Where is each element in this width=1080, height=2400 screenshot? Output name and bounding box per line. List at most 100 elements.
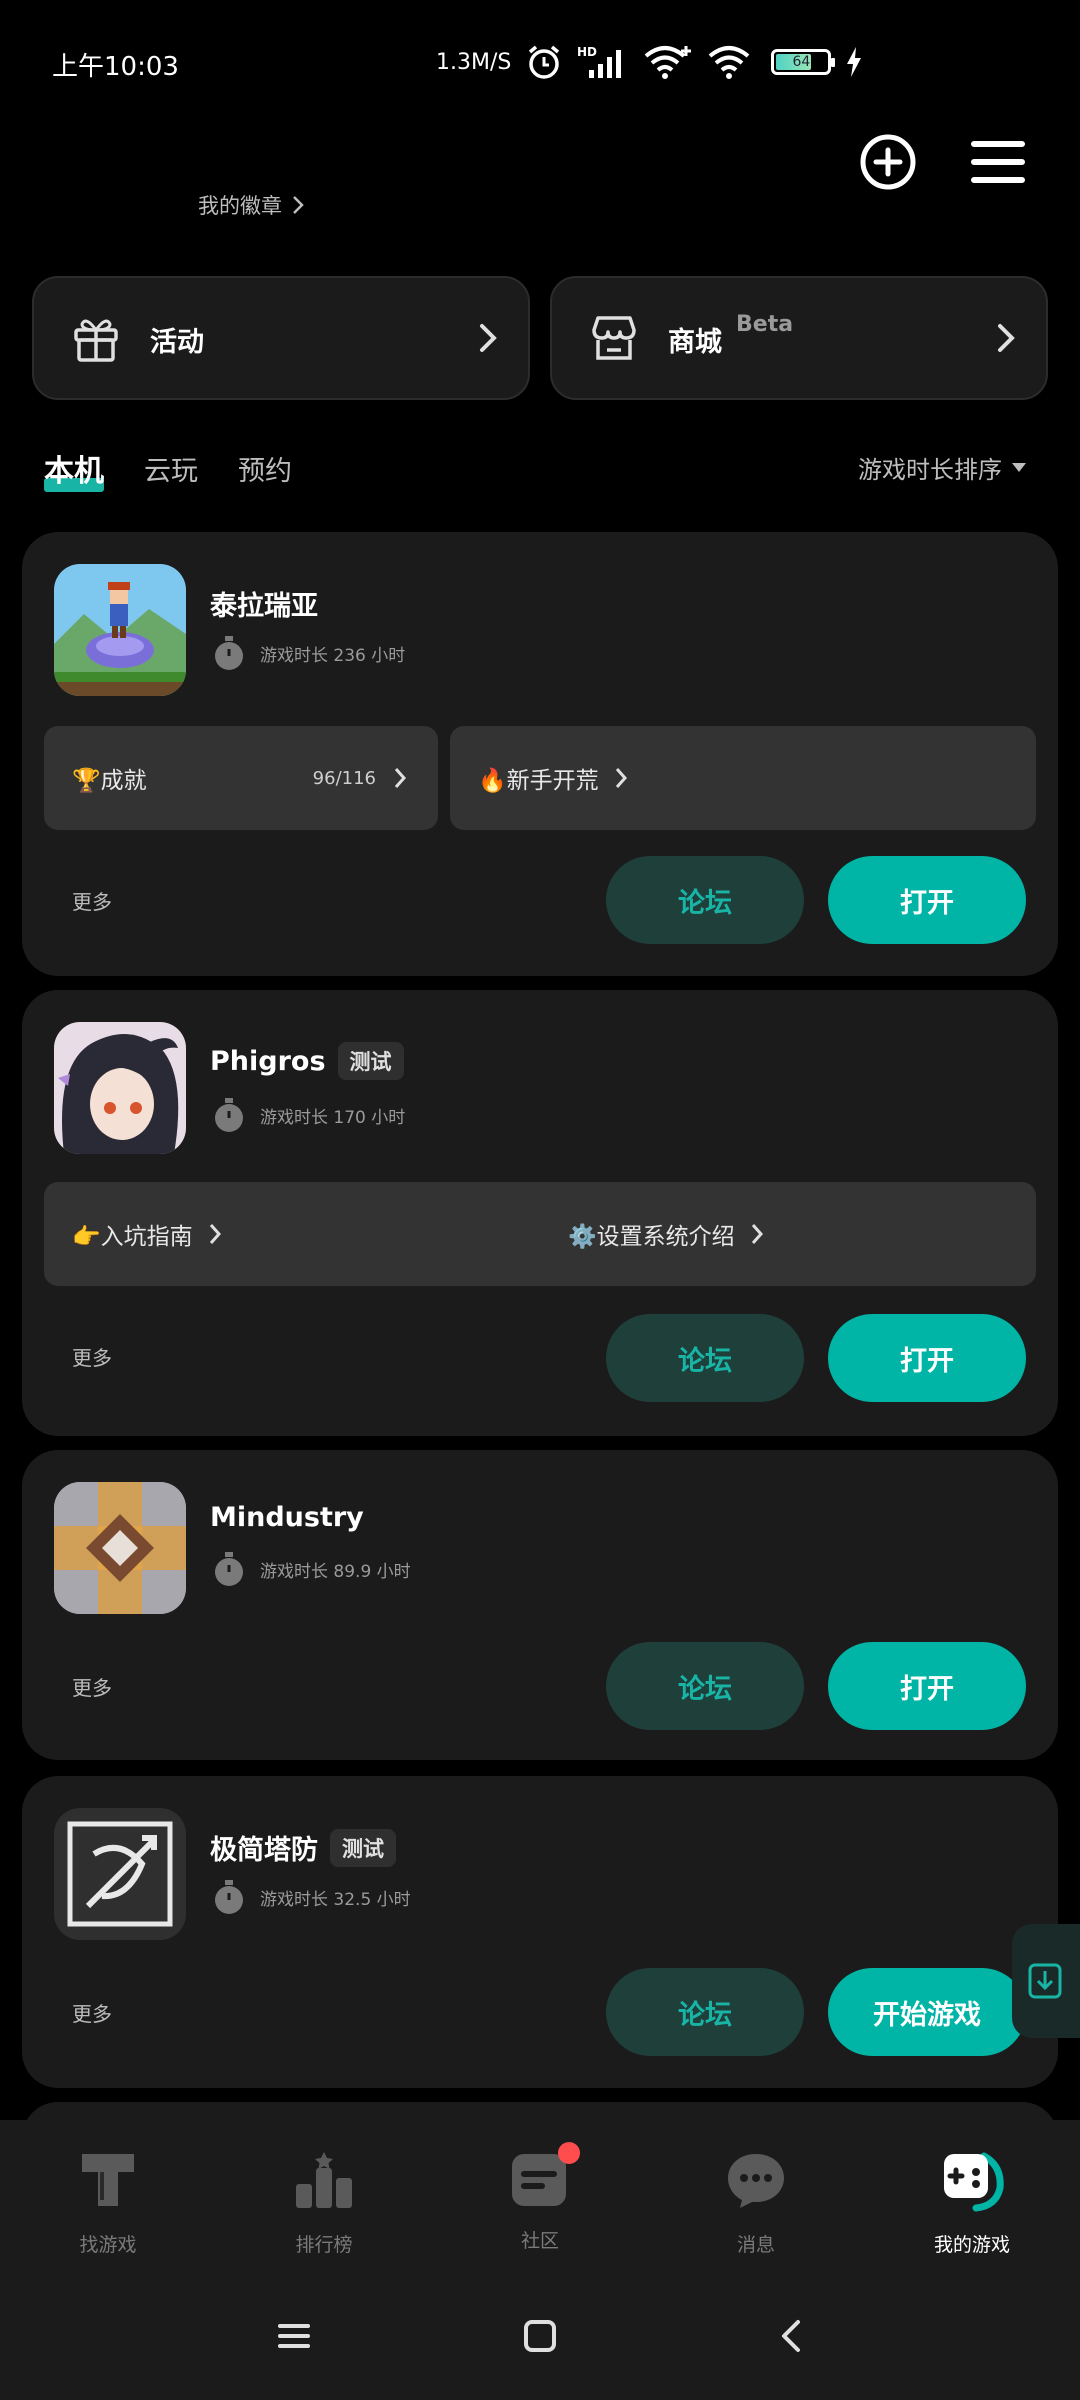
chevron-right-icon (480, 324, 497, 352)
forum-button[interactable]: 论坛 (606, 856, 804, 944)
stopwatch-icon (215, 636, 243, 670)
chevron-right-icon (615, 768, 627, 788)
more-link[interactable]: 更多 (72, 886, 112, 915)
message-icon (728, 2154, 784, 2208)
events-label: 活动 (150, 327, 204, 358)
nav-label: 找游戏 (79, 2234, 137, 2256)
play-time: 游戏时长 236 小时 (212, 634, 405, 672)
nav-my-games[interactable]: 我的游戏 (864, 2148, 1080, 2257)
play-time: 游戏时长 170 小时 (212, 1096, 405, 1134)
newbie-guide-label: 🔥新手开荒 (478, 768, 599, 794)
play-time-text: 游戏时长 89.9 小时 (260, 1561, 411, 1582)
game-title: 泰拉瑞亚 (210, 584, 318, 623)
home-icon[interactable] (520, 2318, 560, 2354)
store-icon (592, 316, 636, 360)
game-card: Mindustry 游戏时长 89.9 小时 更多 论坛 打开 (22, 1450, 1058, 1760)
more-link[interactable]: 更多 (72, 1672, 112, 1701)
guide-label: 👉入坑指南 (72, 1224, 193, 1250)
find-game-icon (82, 2154, 134, 2206)
stopwatch-icon (215, 1552, 243, 1586)
bottom-nav: 找游戏 排行榜 社区 消息 我的游戏 (0, 2120, 1080, 2400)
unread-dot (558, 2142, 580, 2164)
nav-messages[interactable]: 消息 (648, 2148, 864, 2257)
store-label: 商城 (668, 327, 722, 358)
start-game-button[interactable]: 开始游戏 (828, 1968, 1026, 2056)
game-name: Mindustry (210, 1502, 364, 1533)
guide-link[interactable]: 👉入坑指南 (44, 1182, 540, 1286)
download-float-button[interactable] (1012, 1924, 1080, 2038)
chevron-right-icon (209, 1224, 221, 1244)
tab-cloud[interactable]: 云玩 (144, 449, 198, 488)
source-tabs: 本机 云玩 预约 (44, 446, 292, 492)
sort-dropdown[interactable]: 游戏时长排序 (858, 450, 1026, 485)
game-title: Mindustry (210, 1502, 364, 1533)
nav-label: 我的游戏 (933, 2234, 1010, 2256)
wifi-icon (645, 46, 692, 79)
newbie-guide-link[interactable]: 🔥新手开荒 (450, 726, 1036, 830)
my-games-icon (944, 2152, 1004, 2212)
nav-label: 排行榜 (295, 2234, 353, 2256)
battery-icon: 64 (771, 49, 836, 75)
chevron-right-icon (293, 196, 304, 214)
more-link[interactable]: 更多 (72, 1998, 112, 2027)
game-name: 泰拉瑞亚 (210, 591, 318, 622)
open-button[interactable]: 打开 (828, 1642, 1026, 1730)
nav-label: 消息 (736, 2234, 775, 2256)
forum-button[interactable]: 论坛 (606, 1314, 804, 1402)
play-time-text: 游戏时长 32.5 小时 (260, 1889, 411, 1910)
system-nav-bar (0, 2300, 1080, 2370)
tab-reserve[interactable]: 预约 (238, 449, 292, 488)
game-title: Phigros 测试 (210, 1042, 404, 1080)
back-icon[interactable] (772, 2318, 812, 2354)
game-icon-mindustry[interactable] (54, 1482, 186, 1614)
download-icon (1028, 1963, 1062, 1999)
store-card[interactable]: 商城 Beta (550, 276, 1048, 400)
add-circle-icon[interactable] (858, 132, 918, 192)
battery-level: 64 (792, 54, 811, 70)
chevron-right-icon (998, 324, 1015, 352)
achievement-link[interactable]: 🏆成就 96/116 (44, 726, 438, 830)
game-icon-phigros[interactable] (54, 1022, 186, 1154)
forum-button[interactable]: 论坛 (606, 1642, 804, 1730)
nav-ranking[interactable]: 排行榜 (216, 2148, 432, 2257)
chevron-right-icon (394, 768, 406, 788)
forum-button[interactable]: 论坛 (606, 1968, 804, 2056)
open-button[interactable]: 打开 (828, 1314, 1026, 1402)
community-icon (508, 2142, 580, 2212)
my-badges-label: 我的徽章 (198, 194, 282, 218)
nav-community[interactable]: 社区 (432, 2142, 648, 2253)
achievement-label: 🏆成就 (72, 768, 147, 794)
more-link[interactable]: 更多 (72, 1342, 112, 1371)
status-bar: 上午10:03 1.3M/S HD 64 (0, 0, 1080, 120)
beta-tag: Beta (736, 312, 794, 337)
net-speed: 1.3M/S (436, 49, 512, 75)
wifi-secondary-icon (709, 46, 750, 79)
charging-icon (847, 47, 862, 77)
open-button[interactable]: 打开 (828, 856, 1026, 944)
game-card: Phigros 测试 游戏时长 170 小时 👉入坑指南 ⚙️设置系统介绍 更多… (22, 990, 1058, 1436)
game-icon-terraria[interactable] (54, 564, 186, 696)
caret-down-icon (1012, 463, 1026, 472)
chevron-right-icon (751, 1224, 763, 1244)
menu-icon[interactable] (970, 136, 1026, 188)
ranking-icon (296, 2152, 352, 2208)
game-name: 极简塔防 (210, 1835, 318, 1866)
game-icon-tower-defense[interactable] (54, 1808, 186, 1940)
game-name: Phigros (210, 1045, 326, 1077)
settings-intro-link[interactable]: ⚙️设置系统介绍 (540, 1182, 1036, 1286)
alarm-icon (529, 45, 560, 79)
test-tag: 测试 (330, 1828, 396, 1867)
game-quick-links: 🏆成就 96/116 🔥新手开荒 (44, 726, 1036, 830)
sort-label: 游戏时长排序 (858, 456, 1002, 484)
status-icons: 1.3M/S HD 64 (436, 40, 863, 84)
game-title: 极简塔防 测试 (210, 1828, 396, 1867)
play-time: 游戏时长 89.9 小时 (212, 1550, 411, 1588)
nav-find-game[interactable]: 找游戏 (0, 2148, 216, 2257)
tab-local[interactable]: 本机 (44, 446, 104, 492)
test-tag: 测试 (337, 1042, 404, 1080)
my-badges-link[interactable]: 我的徽章 (198, 190, 304, 220)
recents-icon[interactable] (274, 2318, 314, 2354)
events-card[interactable]: 活动 (32, 276, 530, 400)
play-time: 游戏时长 32.5 小时 (212, 1878, 411, 1916)
achievement-count: 96/116 (312, 767, 376, 789)
